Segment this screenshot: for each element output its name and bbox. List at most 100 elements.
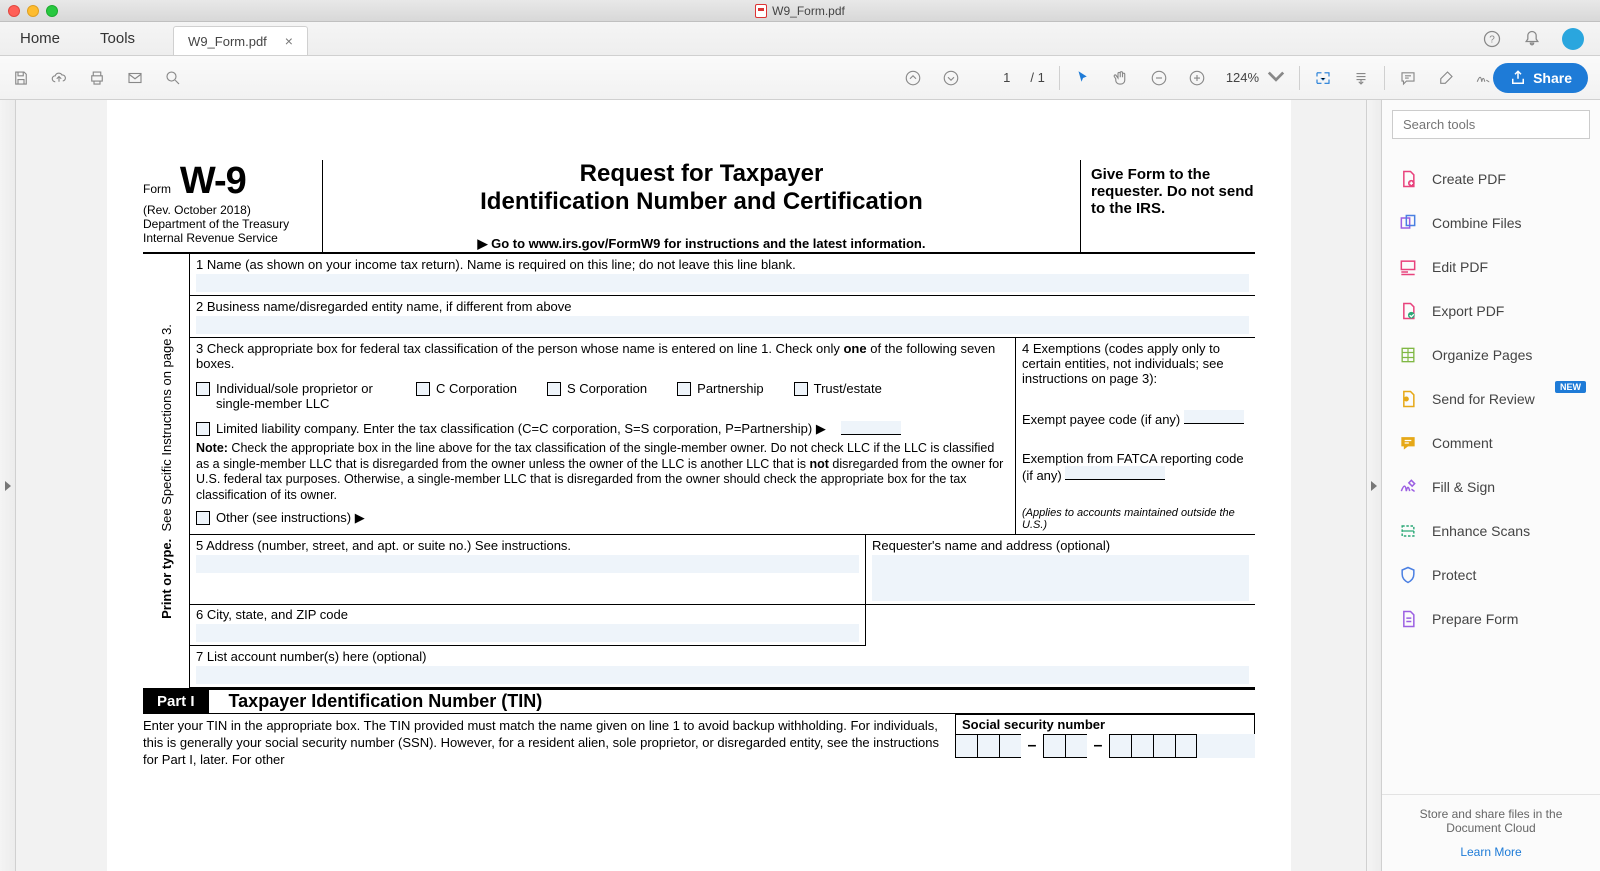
tool-edit-pdf[interactable]: Edit PDF (1382, 245, 1600, 289)
combine-files-icon (1398, 213, 1418, 233)
tool-combine-files[interactable]: Combine Files (1382, 201, 1600, 245)
checkbox-partnership[interactable] (677, 382, 691, 396)
right-rail-toggle[interactable] (1366, 100, 1382, 871)
cloud-upload-icon[interactable] (50, 69, 68, 87)
page-total: / 1 (1030, 70, 1044, 85)
tool-comment[interactable]: Comment (1382, 421, 1600, 465)
home-button[interactable]: Home (0, 22, 80, 55)
sign-icon[interactable] (1475, 69, 1493, 87)
exempt-payee-field[interactable] (1184, 410, 1244, 424)
requester-box: Requester's name and address (optional) (865, 535, 1255, 604)
scroll-mode-icon[interactable] (1352, 69, 1370, 87)
export-pdf-icon (1398, 301, 1418, 321)
form-goto: ▶ Go to www.irs.gov/FormW9 for instructi… (331, 236, 1072, 252)
print-icon[interactable] (88, 69, 106, 87)
fill-sign-icon (1398, 477, 1418, 497)
line-7: 7 List account number(s) here (optional) (189, 646, 1255, 688)
page-up-icon[interactable] (904, 69, 922, 87)
tool-fill-sign[interactable]: Fill & Sign (1382, 465, 1600, 509)
tool-enhance-scans[interactable]: Enhance Scans (1382, 509, 1600, 553)
cloud-promo: Store and share files in the Document Cl… (1382, 794, 1600, 871)
new-badge: NEW (1555, 381, 1586, 393)
page-number-input[interactable] (980, 70, 1010, 85)
page-down-icon[interactable] (942, 69, 960, 87)
send-review-icon (1398, 389, 1418, 409)
fatca-field[interactable] (1065, 466, 1165, 480)
checkbox-individual[interactable] (196, 382, 210, 396)
checkbox-trust[interactable] (794, 382, 808, 396)
organize-pages-icon (1398, 345, 1418, 365)
line-7-field[interactable] (196, 666, 1249, 684)
minimize-window-dot[interactable] (27, 5, 39, 17)
close-window-dot[interactable] (8, 5, 20, 17)
part-1-label: Part I (143, 690, 209, 713)
search-tools-input[interactable] (1392, 110, 1590, 139)
tools-panel: Create PDF Combine Files Edit PDF Export… (1382, 100, 1600, 871)
highlight-icon[interactable] (1437, 69, 1455, 87)
line-1-field[interactable] (196, 274, 1249, 292)
protect-icon (1398, 565, 1418, 585)
line-2-field[interactable] (196, 316, 1249, 334)
document-viewer[interactable]: Form W-9 (Rev. October 2018) Department … (16, 100, 1366, 871)
tool-organize-pages[interactable]: Organize Pages (1382, 333, 1600, 377)
tool-protect[interactable]: Protect (1382, 553, 1600, 597)
window-title: W9_Form.pdf (772, 4, 845, 18)
zoom-level[interactable]: 124% (1226, 69, 1285, 87)
left-panel-toggle[interactable] (0, 100, 16, 871)
requester-field[interactable] (872, 555, 1249, 601)
zoom-in-icon[interactable] (1188, 69, 1206, 87)
line-3: 3 Check appropriate box for federal tax … (190, 338, 1015, 534)
comment-icon (1398, 433, 1418, 453)
maximize-window-dot[interactable] (46, 5, 58, 17)
line-6: 6 City, state, and ZIP code (189, 604, 866, 646)
document-tab[interactable]: W9_Form.pdf × (173, 26, 308, 55)
checkbox-llc[interactable] (196, 422, 210, 436)
ssn-label: Social security number (955, 714, 1255, 734)
tools-button[interactable]: Tools (80, 22, 155, 55)
zoom-out-icon[interactable] (1150, 69, 1168, 87)
enhance-scans-icon (1398, 521, 1418, 541)
tool-create-pdf[interactable]: Create PDF (1382, 157, 1600, 201)
toolbar: / 1 124% Share (0, 56, 1600, 100)
form-title-2: Identification Number and Certification (331, 188, 1072, 216)
line-6-field[interactable] (196, 624, 859, 642)
share-button[interactable]: Share (1493, 63, 1588, 93)
close-tab-icon[interactable]: × (285, 33, 293, 49)
learn-more-link[interactable]: Learn More (1394, 845, 1588, 859)
form-title-1: Request for Taxpayer (331, 160, 1072, 188)
email-icon[interactable] (126, 69, 144, 87)
line-1: 1 Name (as shown on your income tax retu… (189, 254, 1255, 296)
checkbox-ccorp[interactable] (416, 382, 430, 396)
tool-send-for-review[interactable]: Send for ReviewNEW (1382, 377, 1600, 421)
svg-text:?: ? (1489, 34, 1495, 45)
form-give-note: Give Form to the requester. Do not send … (1080, 160, 1255, 252)
selection-tool-icon[interactable] (1074, 69, 1092, 87)
help-icon[interactable]: ? (1482, 29, 1502, 49)
tool-export-pdf[interactable]: Export PDF (1382, 289, 1600, 333)
sticky-note-icon[interactable] (1399, 69, 1417, 87)
line-2: 2 Business name/disregarded entity name,… (189, 296, 1255, 338)
search-icon[interactable] (164, 69, 182, 87)
form-agency: Internal Revenue Service (143, 231, 316, 245)
line-5-field[interactable] (196, 555, 859, 573)
ssn-field[interactable]: – – (955, 734, 1255, 758)
fit-width-icon[interactable] (1314, 69, 1332, 87)
checkbox-scorp[interactable] (547, 382, 561, 396)
prepare-form-icon (1398, 609, 1418, 629)
create-pdf-icon (1398, 169, 1418, 189)
checkbox-other[interactable] (196, 511, 210, 525)
titlebar: W9_Form.pdf (0, 0, 1600, 22)
llc-class-field[interactable] (841, 421, 901, 435)
menubar: Home Tools W9_Form.pdf × ? (0, 22, 1600, 56)
edit-pdf-icon (1398, 257, 1418, 277)
line-5: 5 Address (number, street, and apt. or s… (190, 535, 865, 604)
pdf-file-icon (755, 4, 767, 18)
part-1-title: Taxpayer Identification Number (TIN) (209, 691, 543, 712)
tool-prepare-form[interactable]: Prepare Form (1382, 597, 1600, 641)
profile-avatar[interactable] (1562, 28, 1584, 50)
form-revision: (Rev. October 2018) (143, 203, 316, 217)
save-icon[interactable] (12, 69, 30, 87)
hand-tool-icon[interactable] (1112, 69, 1130, 87)
tin-instructions: Enter your TIN in the appropriate box. T… (143, 714, 955, 769)
bell-icon[interactable] (1522, 29, 1542, 49)
